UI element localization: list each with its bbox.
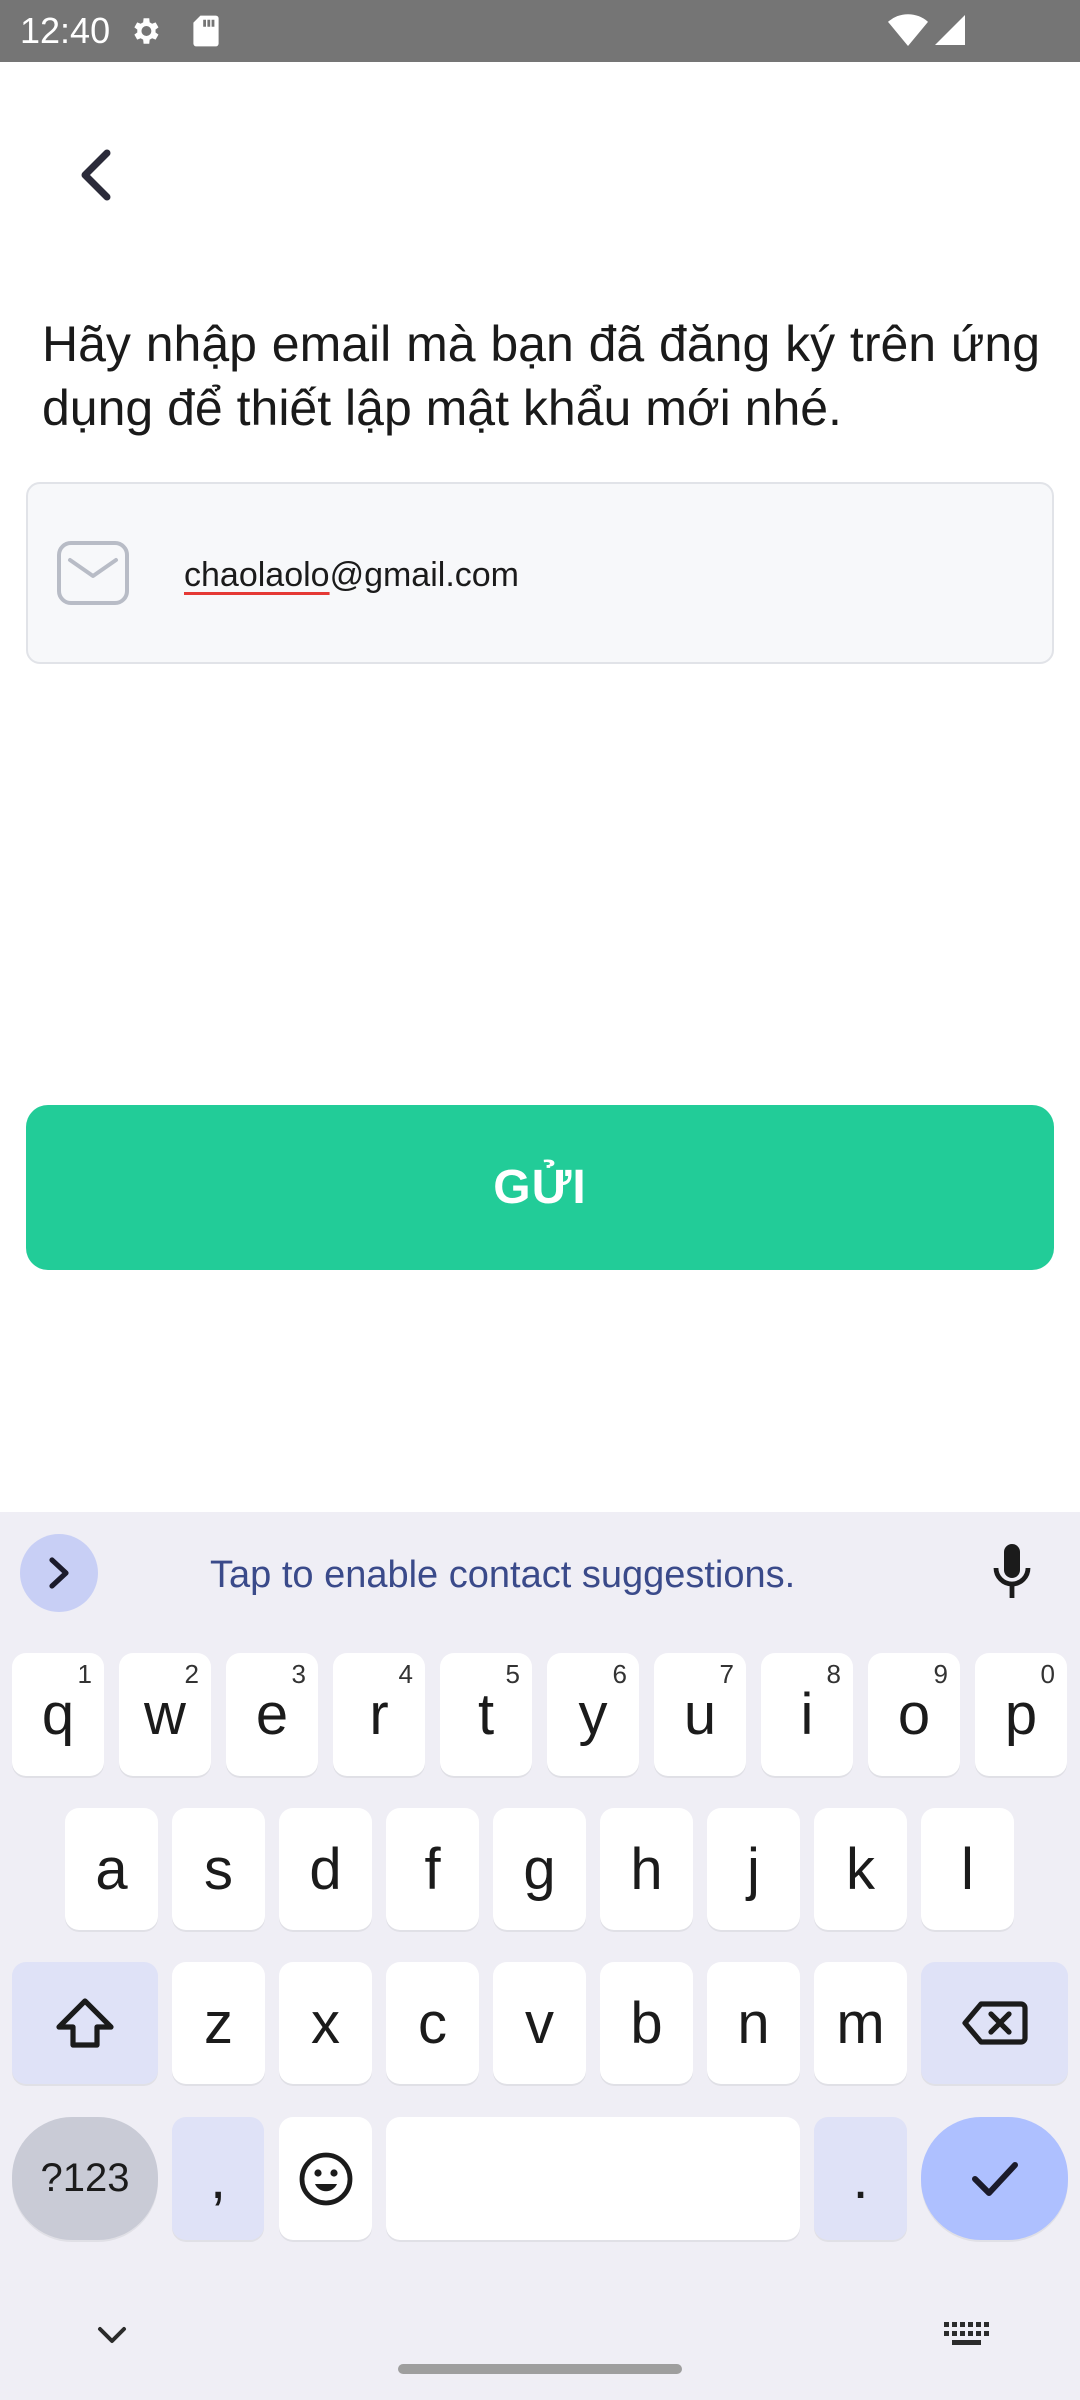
key-label: r: [369, 1682, 389, 1747]
key-label: o: [897, 1682, 931, 1747]
key-hint: 7: [719, 1659, 734, 1689]
key-w[interactable]: w2: [119, 1653, 211, 1776]
key-hint: 1: [77, 1659, 92, 1689]
done-key[interactable]: [921, 2117, 1068, 2240]
home-gesture-bar[interactable]: [398, 2364, 682, 2374]
key-h[interactable]: h: [600, 1808, 693, 1930]
key-hint: 5: [505, 1659, 520, 1689]
submit-button[interactable]: GỬI: [26, 1105, 1054, 1270]
key-l[interactable]: l: [921, 1808, 1014, 1930]
key-label: l: [961, 1836, 974, 1902]
key-label: i: [800, 1682, 814, 1747]
backspace-key[interactable]: [921, 1962, 1068, 2084]
key-i[interactable]: i8: [761, 1653, 853, 1776]
key-x[interactable]: x: [279, 1962, 372, 2084]
key-c[interactable]: c: [386, 1962, 479, 2084]
shift-icon: [56, 1998, 114, 2048]
key-label: k: [846, 1836, 875, 1902]
hide-keyboard-icon[interactable]: [94, 2320, 130, 2350]
key-o[interactable]: o9: [868, 1653, 960, 1776]
checkmark-icon: [971, 2161, 1018, 2196]
status-bar: 12:40: [0, 0, 1080, 62]
key-hint: 8: [826, 1659, 841, 1689]
key-label: d: [309, 1836, 342, 1902]
misspelled-word: chaolaolo: [184, 556, 330, 594]
on-screen-keyboard: Tap to enable contact suggestions. ?123 …: [0, 1512, 1080, 2400]
key-label: u: [683, 1682, 717, 1747]
back-button[interactable]: [60, 135, 130, 215]
key-e[interactable]: e3: [226, 1653, 318, 1776]
key-label: c: [418, 1990, 447, 2056]
key-label: s: [204, 1836, 233, 1902]
mail-icon: [57, 541, 129, 605]
period-key[interactable]: .: [814, 2117, 907, 2240]
key-label: m: [836, 1990, 885, 2056]
key-k[interactable]: k: [814, 1808, 907, 1930]
key-label: f: [424, 1836, 441, 1902]
key-p[interactable]: p0: [975, 1653, 1067, 1776]
key-hint: 9: [933, 1659, 948, 1689]
expand-toolbar-button[interactable]: [20, 1534, 98, 1612]
microphone-icon[interactable]: [992, 1542, 1032, 1602]
backspace-icon: [961, 2001, 1028, 2045]
key-z[interactable]: z: [172, 1962, 265, 2084]
key-s[interactable]: s: [172, 1808, 265, 1930]
key-label: z: [204, 1990, 233, 2056]
key-label: h: [630, 1836, 663, 1902]
key-label: v: [525, 1990, 554, 2056]
key-label: n: [737, 1990, 770, 2056]
key-t[interactable]: t5: [440, 1653, 532, 1776]
space-key[interactable]: [386, 2117, 800, 2240]
key-label: b: [630, 1990, 663, 2056]
key-label: x: [311, 1990, 340, 2056]
key-hint: 0: [1040, 1659, 1055, 1689]
sd-card-icon: [193, 15, 219, 47]
chevron-right-icon: [49, 1557, 69, 1589]
shift-key[interactable]: [12, 1962, 158, 2084]
key-label: j: [747, 1836, 760, 1902]
key-f[interactable]: f: [386, 1808, 479, 1930]
key-label: a: [95, 1836, 128, 1902]
key-q[interactable]: q1: [12, 1653, 104, 1776]
key-hint: 2: [184, 1659, 199, 1689]
settings-icon: [134, 18, 159, 44]
key-a[interactable]: a: [65, 1808, 158, 1930]
status-time: 12:40: [20, 10, 111, 51]
key-m[interactable]: m: [814, 1962, 907, 2084]
key-b[interactable]: b: [600, 1962, 693, 2084]
key-y[interactable]: y6: [547, 1653, 639, 1776]
emoji-key[interactable]: [279, 2117, 372, 2240]
key-hint: 6: [612, 1659, 627, 1689]
signal-icon: [935, 15, 965, 45]
key-v[interactable]: v: [493, 1962, 586, 2084]
key-label: t: [477, 1682, 495, 1747]
emoji-icon: [299, 2152, 352, 2205]
key-u[interactable]: u7: [654, 1653, 746, 1776]
key-hint: 3: [291, 1659, 306, 1689]
key-label: y: [578, 1682, 608, 1747]
keyboard-switcher-icon[interactable]: [944, 2322, 990, 2346]
symbols-key[interactable]: ?123: [12, 2117, 158, 2240]
key-label: g: [523, 1836, 556, 1902]
chevron-left-icon: [81, 149, 111, 201]
comma-key[interactable]: ,: [172, 2117, 264, 2240]
instruction-text: Hãy nhập email mà bạn đã đăng ký trên ứn…: [42, 316, 1040, 436]
email-input-value[interactable]: chaolaolo@gmail.com: [184, 554, 519, 596]
wifi-icon: [888, 14, 928, 47]
key-hint: 4: [398, 1659, 413, 1689]
key-g[interactable]: g: [493, 1808, 586, 1930]
key-label: p: [1004, 1682, 1038, 1747]
key-label: e: [255, 1682, 289, 1747]
key-d[interactable]: d: [279, 1808, 372, 1930]
key-label: w: [144, 1682, 186, 1747]
key-r[interactable]: r4: [333, 1653, 425, 1776]
email-field[interactable]: chaolaolo@gmail.com: [26, 482, 1054, 664]
suggestion-strip-text[interactable]: Tap to enable contact suggestions.: [210, 1552, 795, 1598]
key-j[interactable]: j: [707, 1808, 800, 1930]
key-label: q: [41, 1682, 75, 1747]
email-domain: @gmail.com: [329, 556, 520, 594]
key-n[interactable]: n: [707, 1962, 800, 2084]
